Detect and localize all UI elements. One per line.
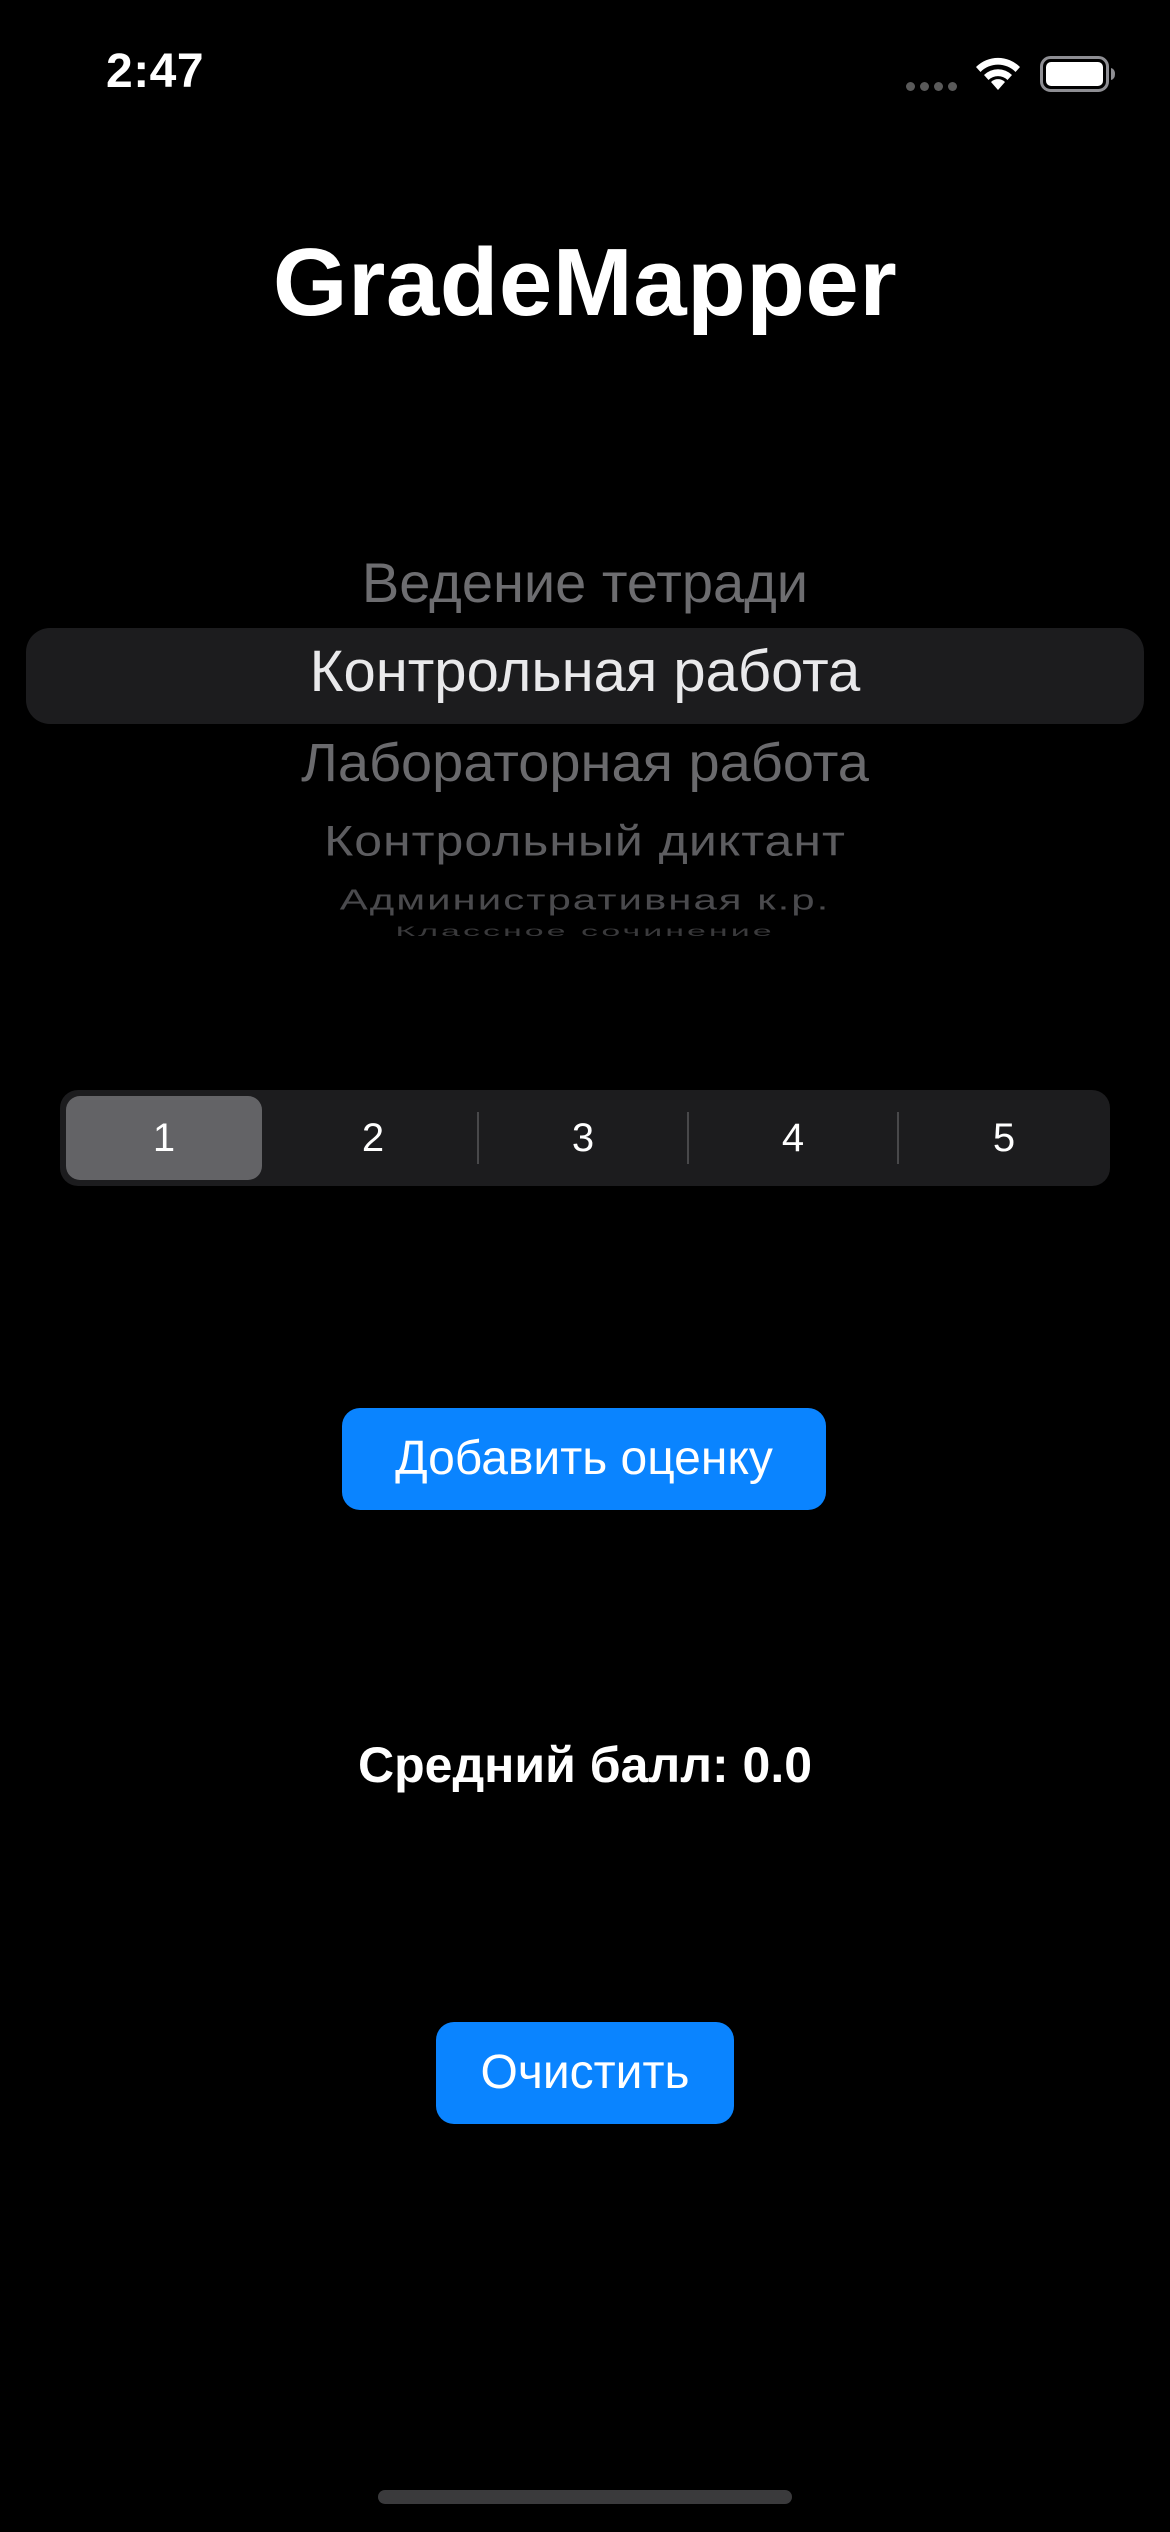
picker-item[interactable]: Контрольный диктант [26,816,1144,866]
grade-segment-4[interactable]: 4 [695,1096,891,1180]
work-type-picker[interactable]: Ведение тетради Контрольная работа Лабор… [26,540,1144,940]
cellular-signal-icon [906,82,960,92]
add-grade-button[interactable]: Добавить оценку [342,1408,826,1510]
picker-item[interactable]: Классное сочинение [26,923,1144,939]
status-time: 2:47 [106,45,205,98]
clear-button[interactable]: Очистить [436,2022,734,2124]
battery-icon [1040,56,1115,92]
segment-divider [687,1112,689,1164]
picker-item-selected[interactable]: Контрольная работа [26,638,1144,705]
home-indicator[interactable] [378,2490,792,2504]
segment-divider [477,1112,479,1164]
status-bar: 2:47 [0,0,1170,150]
grade-segment-5[interactable]: 5 [906,1096,1102,1180]
segment-divider [897,1112,899,1164]
wifi-icon [976,57,1020,90]
grade-segmented-control[interactable]: 1 2 3 4 5 [60,1090,1110,1186]
picker-item[interactable]: Ведение тетради [26,550,1144,615]
average-score-label: Средний балл: 0.0 [357,1737,813,1793]
grade-segment-1[interactable]: 1 [66,1096,262,1180]
grade-segment-2[interactable]: 2 [275,1096,471,1180]
picker-item[interactable]: Административная к.р. [26,884,1144,917]
app-title: GradeMapper [272,229,898,336]
picker-item[interactable]: Лабораторная работа [26,731,1144,793]
grade-segment-3[interactable]: 3 [485,1096,681,1180]
